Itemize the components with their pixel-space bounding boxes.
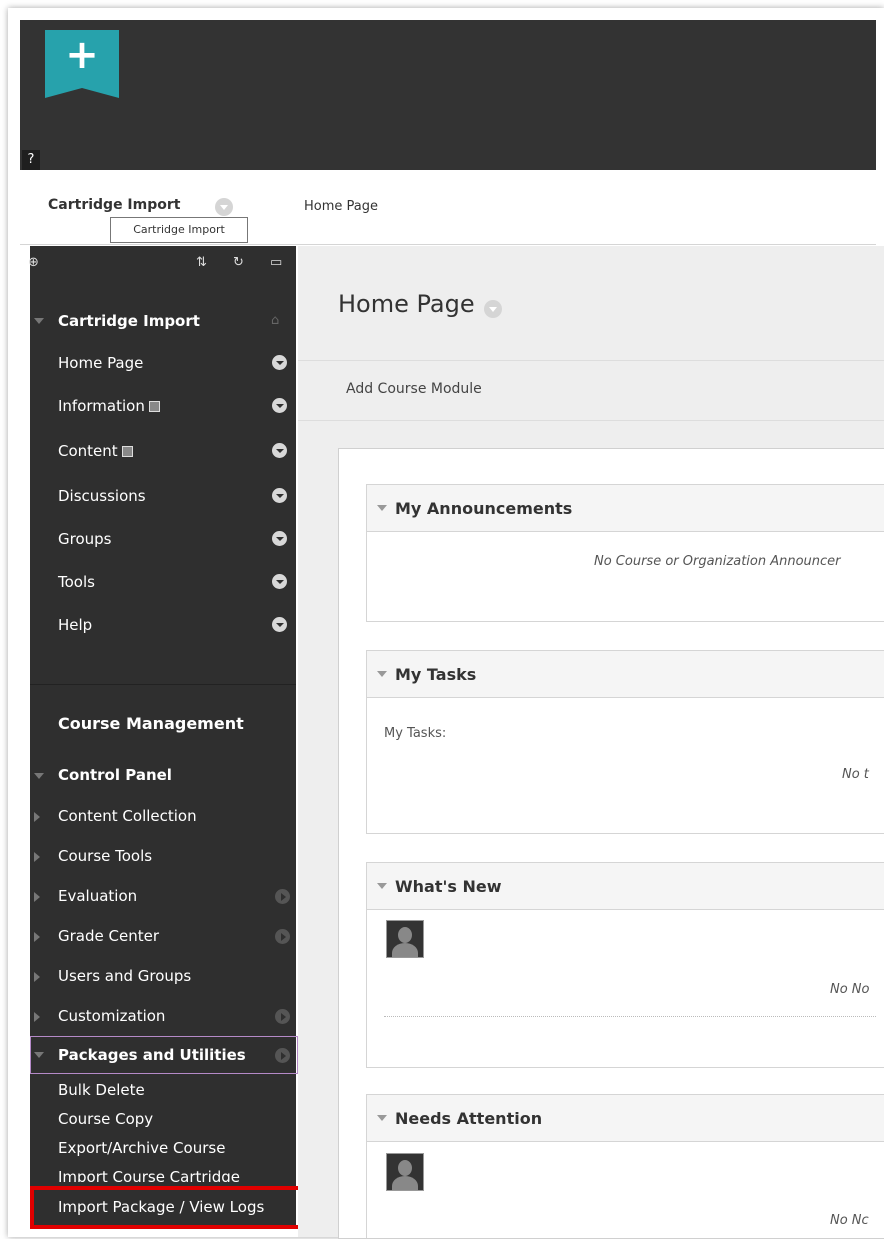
packages-selected-outline [30, 1036, 298, 1074]
sidebar-item-discussions[interactable]: Discussions [58, 487, 146, 505]
module-whats-new: What's New [366, 862, 884, 1068]
collapse-module-icon[interactable] [377, 671, 387, 677]
add-course-module-button[interactable]: Add Course Module [346, 381, 482, 397]
breadcrumb-menu-icon[interactable] [215, 198, 233, 216]
chevron-down-icon[interactable] [272, 617, 287, 632]
pkg-item-course-copy[interactable]: Course Copy [58, 1110, 153, 1128]
sidebar-divider [30, 684, 296, 685]
module-title: What's New [395, 877, 502, 896]
module-header: What's New [367, 863, 884, 910]
breadcrumb-page: Home Page [304, 199, 378, 214]
chevron-down-icon[interactable] [272, 398, 287, 413]
pkg-item-import-cartridge[interactable]: Import Course Cartridge [58, 1168, 240, 1182]
avatar-icon [386, 1153, 424, 1191]
expand-icon[interactable] [34, 972, 40, 982]
needs-attention-empty-message: No Nc [830, 1213, 869, 1225]
tasks-empty-message: No t [842, 767, 869, 782]
sidebar-item-information[interactable]: Information [58, 397, 160, 415]
page-title: Home Page [338, 290, 475, 318]
module-needs-attention: Needs Attention [366, 1094, 884, 1238]
sidebar-item-content[interactable]: Content [58, 442, 133, 460]
content-area-icon [121, 446, 133, 457]
pkg-item-bulk-delete[interactable]: Bulk Delete [58, 1081, 145, 1099]
chevron-down-icon[interactable] [272, 574, 287, 589]
arrow-right-icon[interactable] [275, 1009, 290, 1024]
cp-item-customization[interactable]: Customization [58, 1007, 165, 1025]
add-menu-item-icon[interactable]: ⊕ [28, 255, 39, 270]
sidebar-item-label: Content [58, 442, 118, 460]
divider [298, 420, 884, 421]
expand-icon[interactable] [34, 1012, 40, 1022]
module-title: My Tasks [395, 665, 477, 684]
pkg-item-export-archive[interactable]: Export/Archive Course [58, 1139, 225, 1157]
sidebar-item-home-page[interactable]: Home Page [58, 354, 143, 372]
arrow-right-icon[interactable] [275, 889, 290, 904]
module-header: My Announcements [367, 485, 884, 532]
divider [298, 360, 884, 361]
cp-item-users-and-groups[interactable]: Users and Groups [58, 967, 191, 985]
folder-view-icon[interactable]: ▭ [270, 255, 282, 270]
chevron-down-icon[interactable] [272, 488, 287, 503]
tasks-label: My Tasks: [384, 726, 447, 741]
expand-icon[interactable] [34, 852, 40, 862]
refresh-icon[interactable]: ↻ [233, 255, 244, 270]
module-tasks: My Tasks [366, 650, 884, 834]
cp-item-content-collection[interactable]: Content Collection [58, 807, 197, 825]
top-banner [20, 20, 876, 170]
control-panel-heading[interactable]: Control Panel [58, 766, 172, 784]
module-title: Needs Attention [395, 1109, 543, 1128]
page-options-icon[interactable] [484, 300, 502, 318]
add-logo-icon[interactable]: + [45, 30, 119, 98]
sidebar-item-tools[interactable]: Tools [58, 573, 95, 591]
breadcrumb-course[interactable]: Cartridge Import [48, 197, 180, 213]
module-title: My Announcements [395, 499, 573, 518]
sidebar-item-label: Information [58, 397, 145, 415]
content-area-icon [148, 401, 160, 412]
cp-item-evaluation[interactable]: Evaluation [58, 887, 137, 905]
cp-item-course-tools[interactable]: Course Tools [58, 847, 152, 865]
collapse-module-icon[interactable] [377, 505, 387, 511]
expand-icon[interactable] [34, 932, 40, 942]
reorder-icon[interactable]: ⇅ [196, 255, 207, 270]
chevron-down-icon[interactable] [272, 443, 287, 458]
avatar-icon [386, 920, 424, 958]
module-announcements: My Announcements [366, 484, 884, 622]
collapse-course-icon[interactable] [34, 318, 44, 324]
sidebar-item-groups[interactable]: Groups [58, 530, 111, 548]
course-sidebar: ⊕ ⇅ ↻ ▭ Cartridge Import ⌂ Home Page Inf… [28, 246, 296, 1226]
course-tooltip: Cartridge Import [110, 217, 248, 243]
sidebar-item-help[interactable]: Help [58, 616, 92, 634]
collapse-module-icon[interactable] [377, 1115, 387, 1121]
course-management-heading: Course Management [58, 714, 244, 733]
plus-icon: + [65, 32, 99, 78]
highlight-box [30, 1186, 305, 1229]
module-header: My Tasks [367, 651, 884, 698]
collapse-control-panel-icon[interactable] [34, 773, 44, 779]
module-header: Needs Attention [367, 1095, 884, 1142]
sidebar-course-title[interactable]: Cartridge Import [58, 312, 200, 330]
whats-new-empty-message: No No [830, 982, 870, 997]
expand-icon[interactable] [34, 892, 40, 902]
collapse-module-icon[interactable] [377, 883, 387, 889]
arrow-right-icon[interactable] [275, 929, 290, 944]
help-icon[interactable]: ? [22, 150, 40, 170]
divider [384, 1016, 876, 1017]
cp-item-grade-center[interactable]: Grade Center [58, 927, 159, 945]
chevron-down-icon[interactable] [272, 531, 287, 546]
sidebar-toolbar: ⊕ ⇅ ↻ ▭ [28, 246, 296, 282]
home-icon: ⌂ [271, 313, 280, 328]
announcements-empty-message: No Course or Organization Announcer [594, 554, 841, 569]
expand-icon[interactable] [34, 812, 40, 822]
chevron-down-icon[interactable] [272, 355, 287, 370]
